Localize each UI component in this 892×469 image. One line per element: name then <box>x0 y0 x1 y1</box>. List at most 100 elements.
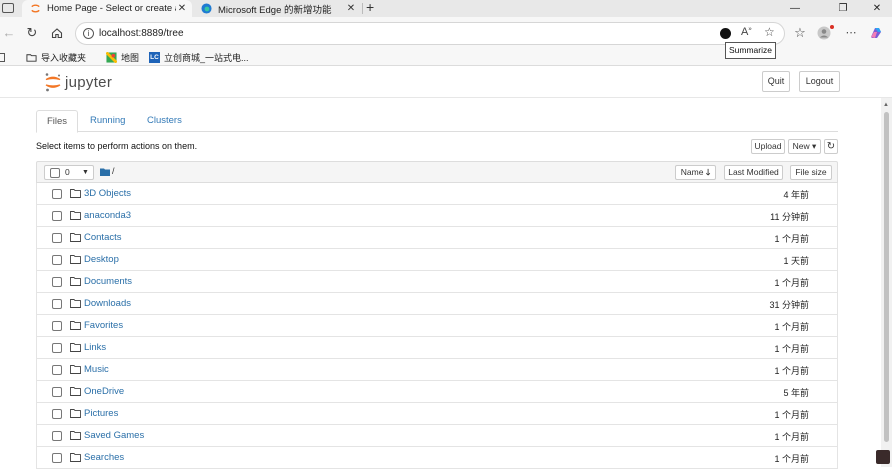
overlay-widget-icon[interactable] <box>876 450 890 464</box>
bookmark-label: 地图 <box>121 53 140 63</box>
jupyter-favicon-icon <box>31 4 40 13</box>
file-list-row[interactable]: Desktop 1 天前 <box>36 249 838 271</box>
folder-name-link[interactable]: Saved Games <box>84 430 144 441</box>
read-aloud-icon[interactable]: A» <box>741 26 752 38</box>
folder-name-link[interactable]: OneDrive <box>84 386 124 397</box>
scrollbar-thumb[interactable] <box>884 112 889 442</box>
sort-by-file-size-button[interactable]: File size <box>790 165 832 180</box>
folder-name-link[interactable]: Pictures <box>84 408 118 419</box>
file-list-row[interactable]: Music 1 个月前 <box>36 359 838 381</box>
tab-actions-icon[interactable] <box>2 3 14 13</box>
bookmark-maps[interactable]: 地图 <box>106 51 139 64</box>
last-modified: 1 天前 <box>783 256 809 266</box>
row-checkbox[interactable] <box>52 299 62 309</box>
chevron-down-icon[interactable]: ▼ <box>82 166 89 179</box>
favorites-bar-icon[interactable]: ☆ <box>792 25 808 41</box>
close-tab-icon[interactable]: ✕ <box>176 3 188 14</box>
folder-name-link[interactable]: Contacts <box>84 232 122 243</box>
folder-name-link[interactable]: Favorites <box>84 320 123 331</box>
site-info-icon[interactable]: i <box>83 28 94 39</box>
quit-button[interactable]: Quit <box>762 71 790 92</box>
maximize-button[interactable]: ❐ <box>828 0 858 17</box>
row-checkbox[interactable] <box>52 233 62 243</box>
bookmark-lcsc[interactable]: LC 立创商城_一站式电... <box>149 51 249 64</box>
row-checkbox[interactable] <box>52 189 62 199</box>
close-window-button[interactable]: ✕ <box>862 0 892 17</box>
file-list-row[interactable]: Contacts 1 个月前 <box>36 227 838 249</box>
tab-clusters[interactable]: Clusters <box>137 110 192 132</box>
row-checkbox[interactable] <box>52 211 62 221</box>
tab-title: Microsoft Edge 的新增功能 <box>218 4 332 16</box>
breadcrumb-path[interactable]: / <box>112 166 115 176</box>
file-list-row[interactable]: Searches 1 个月前 <box>36 447 838 469</box>
tab-files[interactable]: Files <box>36 110 79 133</box>
favorite-star-icon[interactable]: ☆ <box>764 25 775 39</box>
page-scrollbar[interactable]: ▲ <box>881 98 892 467</box>
folder-name-link[interactable]: 3D Objects <box>84 188 131 199</box>
refresh-button[interactable]: ↻ <box>824 139 838 154</box>
new-tab-button[interactable]: + <box>366 0 374 15</box>
folder-name-link[interactable]: Searches <box>84 452 124 463</box>
folder-name-link[interactable]: Music <box>84 364 109 375</box>
logout-button[interactable]: Logout <box>799 71 840 92</box>
back-arrow-icon[interactable]: ← <box>1 25 17 41</box>
row-checkbox[interactable] <box>52 321 62 331</box>
record-indicator-icon[interactable] <box>720 28 731 39</box>
file-list-row[interactable]: Links 1 个月前 <box>36 337 838 359</box>
jupyter-tabs: Files Running Clusters <box>36 110 838 133</box>
close-tab-icon[interactable]: ✕ <box>345 3 357 14</box>
last-modified: 31 分钟前 <box>769 300 809 310</box>
file-list-row[interactable]: 3D Objects 4 年前 <box>36 183 838 205</box>
browser-tab-edge[interactable]: Microsoft Edge 的新增功能 ✕ <box>193 0 361 17</box>
tab-title: Home Page - Select or create a n <box>47 3 176 14</box>
row-checkbox[interactable] <box>52 343 62 353</box>
copilot-icon[interactable] <box>868 25 884 41</box>
file-list-row[interactable]: Documents 1 个月前 <box>36 271 838 293</box>
folder-import-icon <box>26 54 37 62</box>
folder-name-link[interactable]: Downloads <box>84 298 131 309</box>
file-list-row[interactable]: OneDrive 5 年前 <box>36 381 838 403</box>
bookmark-import-favorites[interactable]: 导入收藏夹 <box>26 51 86 64</box>
select-all-checkbox[interactable] <box>50 168 60 178</box>
row-checkbox[interactable] <box>52 365 62 375</box>
lcsc-icon: LC <box>149 52 160 63</box>
jupyter-logo[interactable]: jupyter <box>44 72 112 92</box>
sort-by-last-modified-button[interactable]: Last Modified <box>724 165 783 180</box>
reload-icon[interactable]: ↻ <box>24 25 40 41</box>
folder-icon <box>70 277 81 286</box>
address-bar[interactable]: i localhost:8889/tree A» ☆ <box>75 22 785 45</box>
row-checkbox[interactable] <box>52 387 62 397</box>
folder-icon[interactable] <box>100 168 110 176</box>
file-list-row[interactable]: Favorites 1 个月前 <box>36 315 838 337</box>
folder-icon <box>70 431 81 440</box>
sidebar-toggle-icon[interactable] <box>0 53 5 62</box>
file-list-row[interactable]: anaconda3 11 分钟前 <box>36 205 838 227</box>
more-menu-icon[interactable]: ⋯ <box>843 25 859 41</box>
jupyter-wordmark: jupyter <box>65 73 113 91</box>
last-modified: 11 分钟前 <box>770 212 809 222</box>
folder-name-link[interactable]: Desktop <box>84 254 119 265</box>
folder-name-link[interactable]: anaconda3 <box>84 210 131 221</box>
row-checkbox[interactable] <box>52 431 62 441</box>
upload-button[interactable]: Upload <box>751 139 785 154</box>
file-list-header: 0 ▼ / Name 🡓 Last Modified File size <box>36 161 838 183</box>
jupyter-logo-icon <box>45 73 61 92</box>
folder-name-link[interactable]: Documents <box>84 276 132 287</box>
new-dropdown-button[interactable]: New ▾ <box>788 139 821 154</box>
file-list-row[interactable]: Pictures 1 个月前 <box>36 403 838 425</box>
sort-by-name-button[interactable]: Name 🡓 <box>675 165 716 180</box>
folder-name-link[interactable]: Links <box>84 342 106 353</box>
file-list-row[interactable]: Saved Games 1 个月前 <box>36 425 838 447</box>
scroll-up-icon[interactable]: ▲ <box>883 102 889 108</box>
row-checkbox[interactable] <box>52 409 62 419</box>
row-checkbox[interactable] <box>52 453 62 463</box>
row-checkbox[interactable] <box>52 255 62 265</box>
select-all-dropdown[interactable]: 0 ▼ <box>44 165 94 180</box>
home-icon[interactable] <box>49 25 65 41</box>
tab-running[interactable]: Running <box>80 110 135 132</box>
folder-icon <box>70 211 81 220</box>
row-checkbox[interactable] <box>52 277 62 287</box>
file-list-row[interactable]: Downloads 31 分钟前 <box>36 293 838 315</box>
minimize-button[interactable]: — <box>780 0 810 17</box>
browser-tab-active[interactable]: Home Page - Select or create a n ✕ <box>22 0 192 17</box>
